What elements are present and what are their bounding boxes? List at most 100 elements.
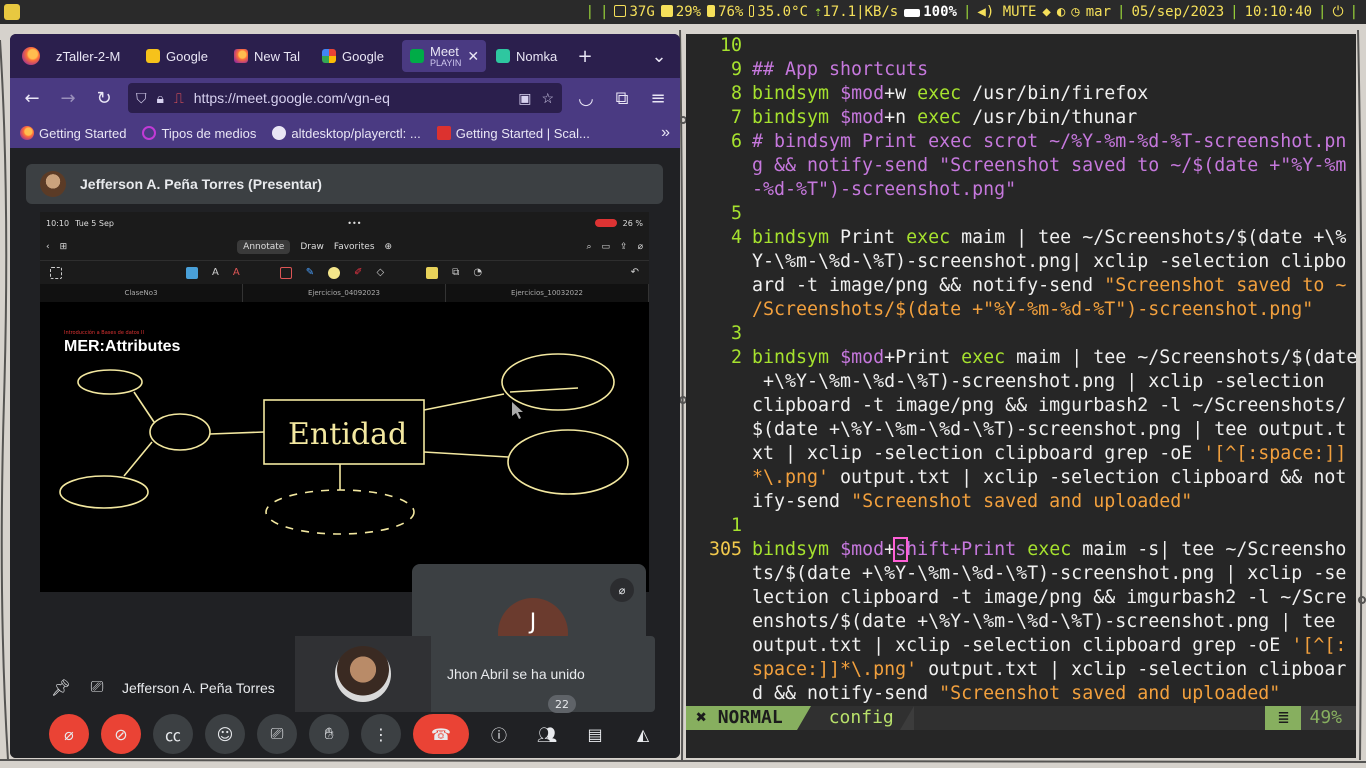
keyword: bindsym (752, 107, 830, 128)
present-screen-icon[interactable]: ⎚ (86, 678, 108, 698)
shield-icon[interactable]: ⛉ (136, 90, 147, 107)
lock-icon[interactable]: 🔒︎ (157, 90, 164, 107)
bookmark-scala[interactable]: Getting Started | Scal... (436, 126, 590, 141)
variable: $mod (840, 539, 885, 560)
present-button[interactable]: ⎚ (257, 714, 297, 754)
code-text: space:]]*\.png' output.txt | xclip -sele… (752, 658, 1346, 682)
pocket-icon[interactable]: ◡ (574, 86, 598, 110)
code-text: d && notify-send "Screenshot saved and u… (752, 682, 1280, 706)
tab-ztaller[interactable]: zTaller-2-M (48, 40, 136, 72)
code-text: bindsym Print exec maim | tee ~/Screensh… (752, 226, 1346, 250)
entity-label: Entidad (288, 417, 407, 452)
tab-meet[interactable]: Meet PLAYIN ✕ (402, 40, 486, 72)
code-fragment: +n (884, 107, 918, 128)
present-icon: ⎚ (270, 724, 284, 743)
editor-line: 6 # bindsym Print exec scrot ~/%Y-%m-%d-%… (686, 130, 1356, 154)
launcher-icon[interactable] (4, 4, 20, 20)
code-text: output.txt | xclip -selection clipboard … (752, 634, 1346, 658)
volume[interactable]: ◀) MUTE (977, 4, 1036, 20)
note-icon[interactable]: ◆ (1042, 4, 1050, 20)
tab-nomka[interactable]: Nomka (488, 40, 568, 72)
tab-label: Google (166, 48, 208, 64)
search-icon: ⌕ (586, 242, 592, 252)
volume-value: MUTE (1002, 4, 1037, 20)
bookmark-tipos-de-medios[interactable]: Tipos de medios (142, 126, 256, 141)
code-text: -%d-%T")-screenshot.png" (752, 179, 1017, 200)
presenter-banner[interactable]: Jefferson A. Peña Torres (Presentar) (26, 164, 663, 204)
code-fragment: output.txt | xclip -selection clipboard … (829, 467, 1347, 488)
cpu-value: 29% (675, 4, 702, 20)
tablet-tools: A A ✎ ✐ ◇ ⧉ ◔ ↶ (40, 260, 649, 284)
firefox-view-button[interactable] (16, 41, 46, 71)
document-tab: Ejercicios_04092023 (243, 284, 446, 302)
code-fragment: +Print (884, 347, 962, 368)
url-bar[interactable]: ⛉ 🔒︎ ⎍ https://meet.google.com/vgn-eq ▣ … (128, 83, 562, 113)
leave-call-button[interactable]: ☎︎ (413, 714, 469, 754)
google-keep-icon (146, 49, 160, 63)
activities-button[interactable]: ◭ (623, 714, 663, 754)
vim-mode: ✖ NORMAL (686, 706, 797, 730)
volume-icon: ◀) (977, 4, 995, 20)
code-text: bindsym $mod+Print exec maim | tee ~/Scr… (752, 346, 1356, 370)
clock: 10:10:40 (1244, 4, 1313, 20)
hang-up-icon: ☎︎ (431, 724, 451, 744)
picture-in-picture-icon[interactable]: ▣ (518, 90, 531, 107)
code-fragment: d && notify-send (752, 683, 940, 704)
raise-hand-button[interactable]: ✋︎ (309, 714, 349, 754)
presenter-name: Jefferson A. Peña Torres (122, 680, 275, 696)
string: "Screenshot saved to ~ (1104, 275, 1347, 296)
clock-icon: ◷ (1071, 4, 1080, 20)
attribute-ellipse (59, 475, 149, 509)
menu-icon[interactable]: ≡ (646, 86, 670, 110)
tab-new-tab[interactable]: New Tal (226, 40, 312, 72)
pin-icon[interactable]: 📌︎ (50, 678, 72, 698)
tablet-status-bar: 10:10 Tue 5 Sep ••• 26 % (40, 212, 649, 234)
bookmark-getting-started[interactable]: Getting Started (20, 126, 126, 141)
captions-button[interactable]: ㏄ (153, 714, 193, 754)
microphone-permission-icon[interactable]: ⎍ (174, 90, 184, 107)
people-icon: 👥︎ (536, 724, 558, 744)
list-all-tabs-button[interactable]: ⌄ (644, 41, 674, 71)
separator: | (1318, 4, 1327, 20)
date: 05/sep/2023 (1131, 4, 1225, 20)
code-text: g && notify-send "Screenshot saved to ~/… (752, 155, 1347, 176)
self-view-tile[interactable]: ⌀ J (412, 564, 646, 636)
line-number: 6 (730, 131, 742, 152)
bookmark-star-icon[interactable]: ☆ (541, 90, 554, 107)
new-tab-button[interactable]: + (570, 41, 600, 71)
firefox-icon (20, 126, 34, 140)
variable: $mod (840, 107, 885, 128)
camera-toggle-button[interactable]: ⊘ (101, 714, 141, 754)
editor-line: 9 ## App shortcuts (686, 58, 1356, 82)
back-button[interactable]: ← (20, 86, 44, 110)
separator: | (1349, 4, 1358, 20)
chat-button[interactable]: ▤ (575, 714, 615, 754)
separator: | (585, 4, 595, 20)
power-icon[interactable]: ⏻ (1332, 4, 1343, 20)
reactions-button[interactable]: ☺ (205, 714, 245, 754)
brightness-value: 100% (923, 4, 957, 20)
editor-line-wrap: g && notify-send "Screenshot saved to ~/… (686, 154, 1356, 178)
bookmark-playerctl[interactable]: altdesktop/playerctl: ... (272, 126, 421, 141)
book-icon: ▭ (601, 242, 611, 252)
brightness: 100% (904, 4, 957, 20)
separator (796, 706, 811, 730)
more-bookmarks-icon[interactable]: » (661, 124, 670, 142)
tab-google-keep[interactable]: Google (138, 40, 224, 72)
terminal-window[interactable]: 10 9 ## App shortcuts 8 bindsym $mod+w exe… (686, 34, 1356, 758)
forward-button[interactable]: → (56, 86, 80, 110)
more-options-button[interactable]: ⋮ (361, 714, 401, 754)
separator: | (600, 4, 609, 20)
tablet-more-icon: ••• (347, 218, 362, 228)
people-button[interactable]: 👥︎ (527, 714, 567, 754)
reload-button[interactable]: ↻ (92, 86, 116, 110)
close-tab-icon[interactable]: ✕ (467, 48, 479, 65)
meeting-details-button[interactable]: ⓘ (479, 714, 519, 754)
editor-line-wrap: Y-\%m-\%d-\%T)-screenshot.png| xclip -se… (686, 250, 1356, 274)
tab-google[interactable]: Google (314, 40, 400, 72)
extensions-icon[interactable]: ⧉ (610, 86, 634, 110)
variable: $mod (840, 83, 885, 104)
microphone-toggle-button[interactable]: ⌀ (49, 714, 89, 754)
moon-icon[interactable]: ◐ (1057, 4, 1065, 20)
document-tab-label: Ejercicios_10032022 (510, 289, 584, 297)
